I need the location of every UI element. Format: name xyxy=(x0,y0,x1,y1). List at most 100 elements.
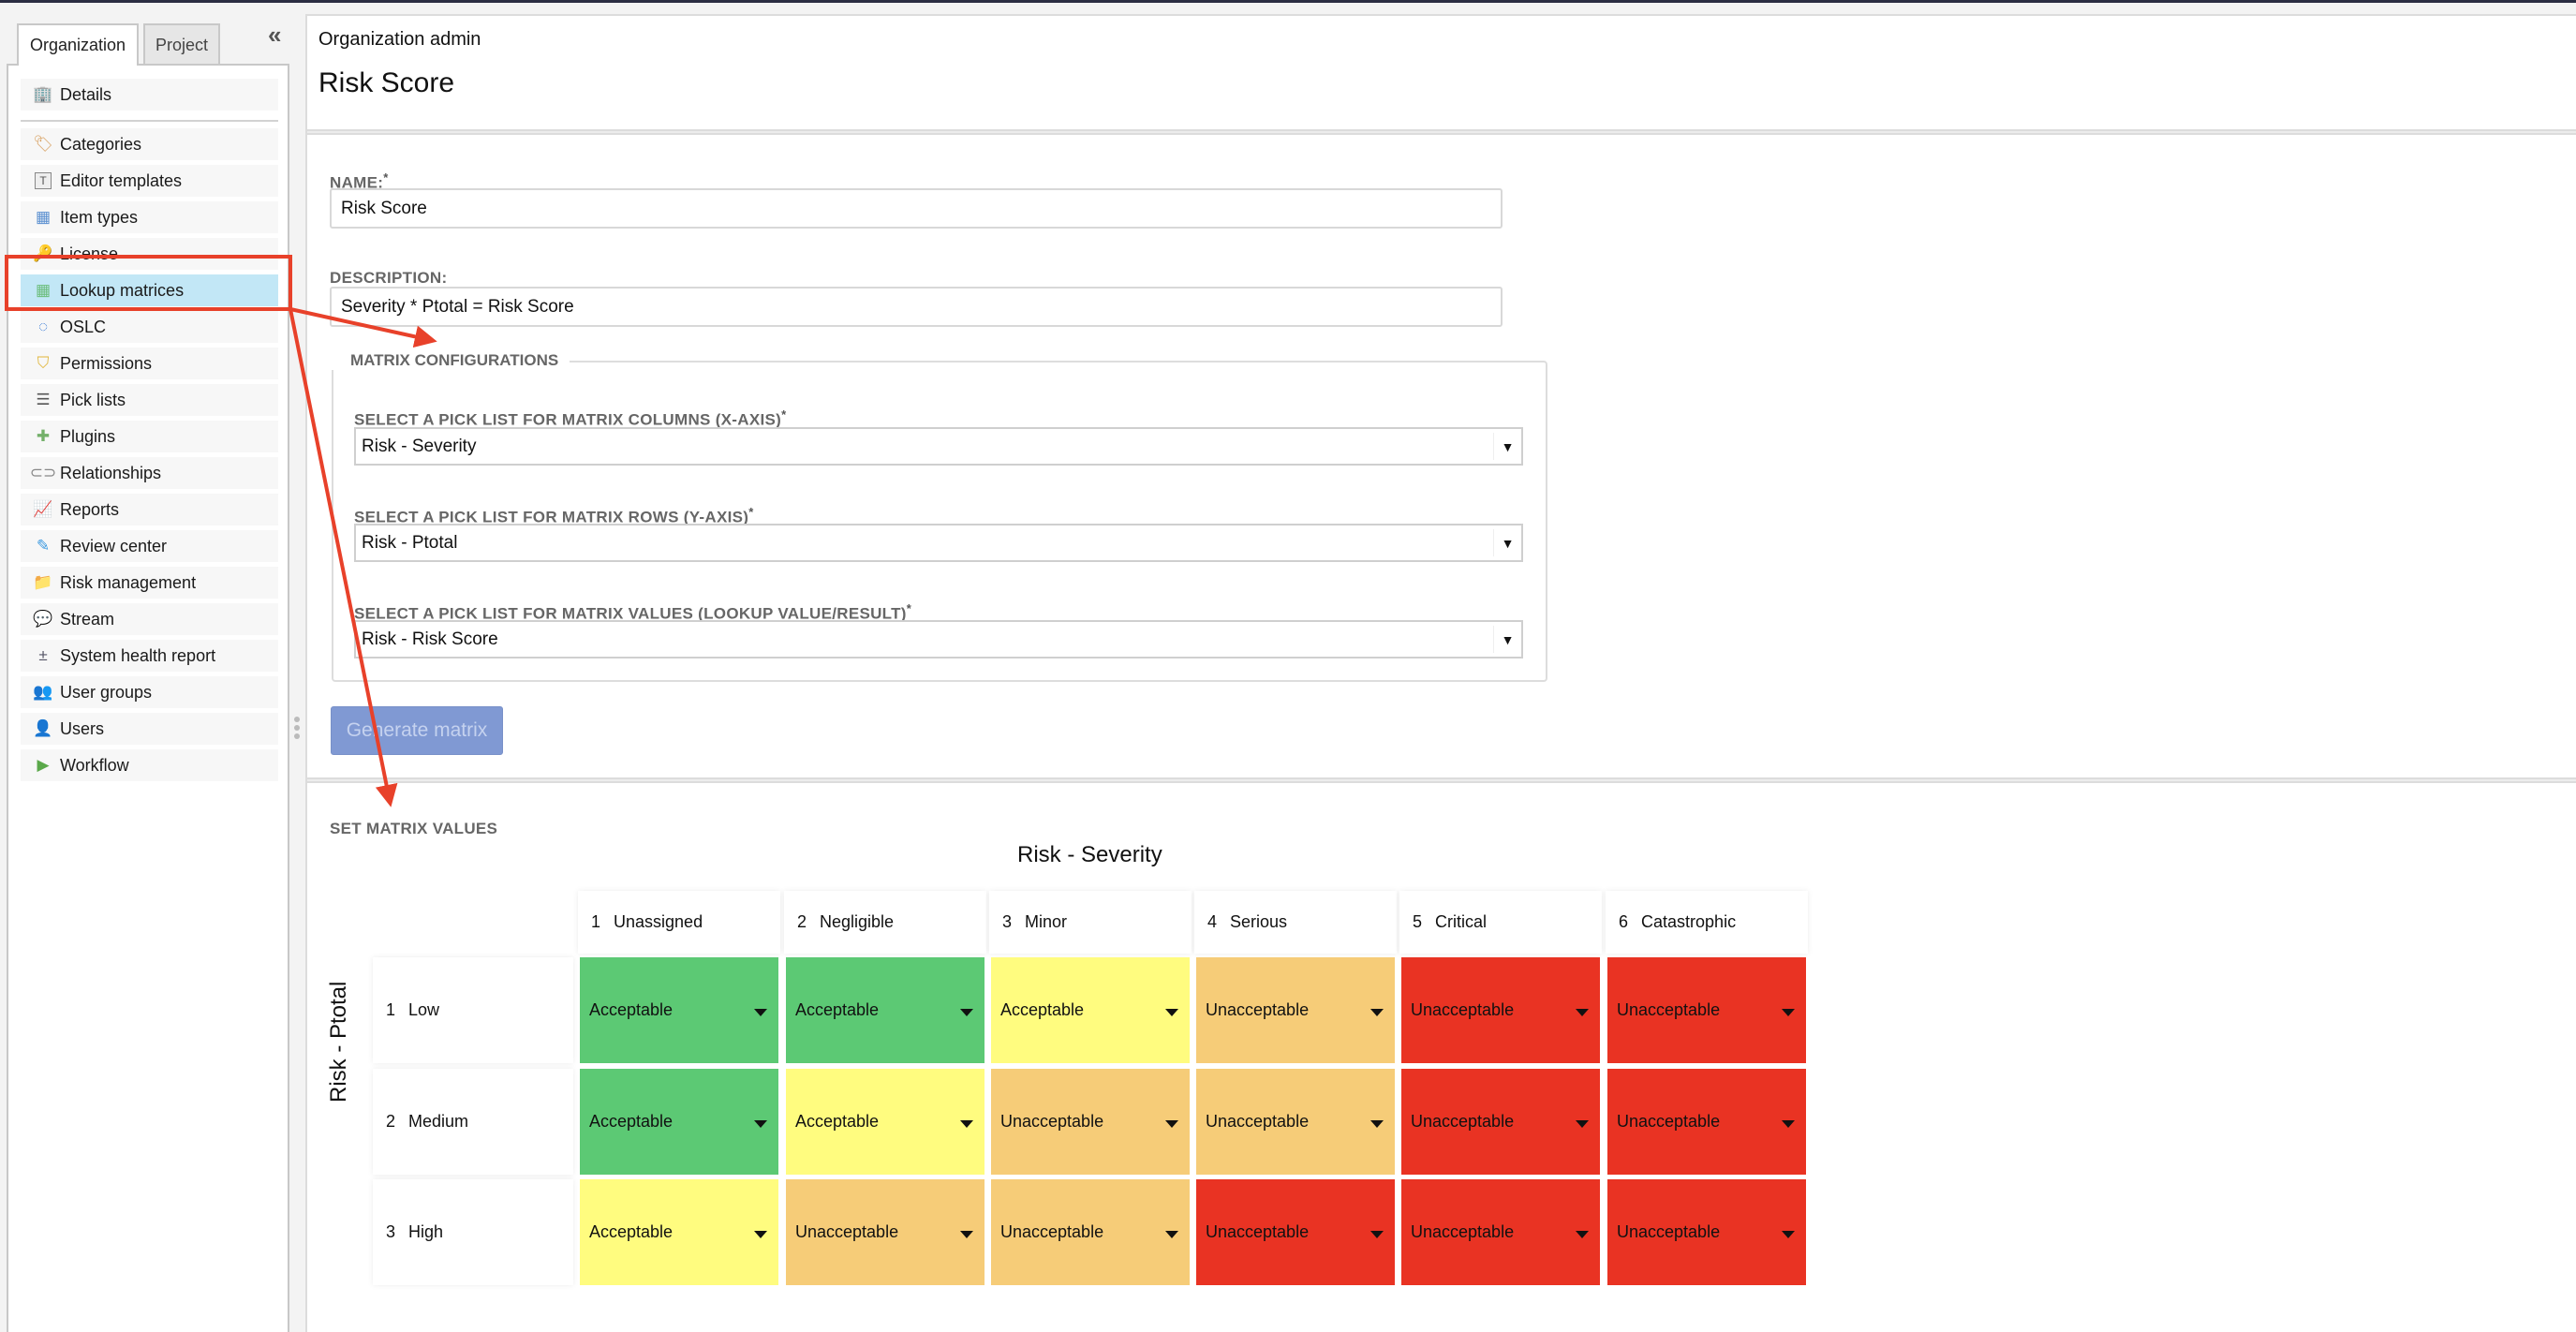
sidebar-item-label: Stream xyxy=(60,609,115,629)
sidebar-item-permissions[interactable]: ⛉ Permissions xyxy=(21,348,278,379)
sidebar-item-users[interactable]: 👤 Users xyxy=(21,713,278,745)
matrix-cell-select[interactable]: Unacceptable xyxy=(1196,1179,1395,1285)
values-picklist-select[interactable]: Risk - Risk Score ▼ xyxy=(354,620,1523,659)
dropdown-caret-icon[interactable] xyxy=(1165,1119,1178,1128)
matrix-cell-select[interactable]: Acceptable xyxy=(580,1179,778,1285)
matrix-cell-select[interactable]: Acceptable xyxy=(991,957,1190,1063)
section-divider xyxy=(307,129,2576,135)
sidebar-item-relationships[interactable]: ⊂⊃ Relationships xyxy=(21,457,278,489)
dropdown-caret-icon[interactable] xyxy=(754,1008,767,1016)
column-number: 4 xyxy=(1207,912,1218,931)
dropdown-caret-icon[interactable] xyxy=(1576,1230,1589,1238)
description-input[interactable]: Severity * Ptotal = Risk Score xyxy=(330,287,1503,327)
sidebar-item-user-groups[interactable]: 👥 User groups xyxy=(21,676,278,708)
sidebar-item-label: Reports xyxy=(60,499,120,519)
matrix-column-header: 6 Catastrophic xyxy=(1606,891,1808,954)
matrix-cell-select[interactable]: Acceptable xyxy=(786,957,985,1063)
dropdown-caret-icon[interactable] xyxy=(1370,1230,1384,1238)
link-icon: ⊂⊃ xyxy=(29,464,57,481)
double-chevron-left-icon[interactable]: « xyxy=(268,21,281,50)
chart-icon: 📈 xyxy=(33,500,53,518)
sidebar-item-details[interactable]: 🏢 Details xyxy=(21,79,278,111)
matrix-row-header: 2 Medium xyxy=(373,1069,573,1175)
matrix-cell-select[interactable]: Unacceptable xyxy=(1196,1069,1395,1175)
dropdown-caret-icon[interactable] xyxy=(1370,1119,1384,1128)
matrix-row-header: 3 High xyxy=(373,1179,573,1285)
building-icon: 🏢 xyxy=(33,85,53,103)
matrix-cell-select[interactable]: Unacceptable xyxy=(1401,957,1600,1063)
dropdown-caret-icon[interactable] xyxy=(960,1119,973,1128)
sidebar-item-lookup-matrices[interactable]: ▦ Lookup matrices xyxy=(21,274,278,306)
dropdown-caret-icon[interactable] xyxy=(1782,1119,1795,1128)
sidebar-item-label: Item types xyxy=(60,207,139,227)
sidebar-item-review-center[interactable]: ✎ Review center xyxy=(21,530,278,562)
sidebar-item-label: Lookup matrices xyxy=(60,280,185,300)
dropdown-caret-icon[interactable] xyxy=(960,1008,973,1016)
sidebar-item-label: System health report xyxy=(60,645,216,665)
tab-project[interactable]: Project xyxy=(143,23,220,65)
sidebar-item-categories[interactable]: 🏷 Categories xyxy=(21,128,278,160)
cell-value: Unacceptable xyxy=(1000,1222,1104,1241)
item-types-icon: ▦ xyxy=(35,208,52,226)
matrix-cell-select[interactable]: Acceptable xyxy=(580,1069,778,1175)
cell-value: Unacceptable xyxy=(1411,1000,1515,1019)
dropdown-caret-icon[interactable]: ▼ xyxy=(1493,626,1521,653)
generate-matrix-button[interactable]: Generate matrix xyxy=(331,706,503,755)
column-number: 3 xyxy=(1002,912,1013,931)
rows-picklist-select[interactable]: Risk - Ptotal ▼ xyxy=(354,524,1523,562)
dropdown-caret-icon[interactable] xyxy=(1165,1008,1178,1016)
dropdown-caret-icon[interactable]: ▼ xyxy=(1493,529,1521,556)
row-number: 1 xyxy=(386,1000,396,1019)
column-number: 2 xyxy=(797,912,807,931)
cell-value: Unacceptable xyxy=(1206,1000,1310,1019)
matrix-cell-select[interactable]: Unacceptable xyxy=(1401,1179,1600,1285)
cell-value: Unacceptable xyxy=(1617,1112,1721,1131)
sidebar-item-editor-templates[interactable]: T Editor templates xyxy=(21,165,278,197)
matrix-cell-select[interactable]: Unacceptable xyxy=(1401,1069,1600,1175)
sidebar-item-risk-management[interactable]: 📁 Risk management xyxy=(21,567,278,599)
matrix-cell-select[interactable]: Unacceptable xyxy=(1196,957,1395,1063)
sidebar-item-pick-lists[interactable]: ☰ Pick lists xyxy=(21,384,278,416)
matrix-cell-select[interactable]: Acceptable xyxy=(786,1069,985,1175)
sidebar-item-workflow[interactable]: ▶ Workflow xyxy=(21,749,278,781)
column-label: Catastrophic xyxy=(1641,912,1737,931)
dropdown-caret-icon[interactable] xyxy=(1782,1008,1795,1016)
matrix-cell-select[interactable]: Unacceptable xyxy=(1607,1069,1806,1175)
sidebar-item-label: Plugins xyxy=(60,426,116,446)
matrix-cell-select[interactable]: Unacceptable xyxy=(991,1179,1190,1285)
matrix-configurations-legend: MATRIX CONFIGURATIONS xyxy=(332,351,570,370)
matrix-cell-select[interactable]: Unacceptable xyxy=(786,1179,985,1285)
cell-value: Unacceptable xyxy=(1617,1000,1721,1019)
cell-value: Unacceptable xyxy=(1000,1112,1104,1131)
sidebar-item-license[interactable]: 🔑 License xyxy=(21,238,278,270)
dropdown-caret-icon[interactable] xyxy=(1576,1008,1589,1016)
matrix-cell-select[interactable]: Unacceptable xyxy=(1607,1179,1806,1285)
matrix-cell-select[interactable]: Unacceptable xyxy=(1607,957,1806,1063)
sidebar-item-item-types[interactable]: ▦ Item types xyxy=(21,201,278,233)
dropdown-caret-icon[interactable] xyxy=(960,1230,973,1238)
dropdown-caret-icon[interactable]: ▼ xyxy=(1493,433,1521,460)
tab-organization[interactable]: Organization xyxy=(17,23,139,66)
sidebar-item-reports[interactable]: 📈 Reports xyxy=(21,494,278,525)
row-label: Low xyxy=(408,1000,440,1019)
sidebar-item-label: License xyxy=(60,244,119,263)
dropdown-caret-icon[interactable] xyxy=(1165,1230,1178,1238)
sidebar-item-stream[interactable]: 💬 Stream xyxy=(21,603,278,635)
panel-splitter-handle[interactable] xyxy=(293,717,301,739)
name-input[interactable]: Risk Score xyxy=(330,188,1503,229)
dropdown-caret-icon[interactable] xyxy=(1576,1119,1589,1128)
sidebar-item-plugins[interactable]: ✚ Plugins xyxy=(21,421,278,452)
matrix-cell-select[interactable]: Acceptable xyxy=(580,957,778,1063)
sidebar-item-oslc[interactable]: ◌ OSLC xyxy=(21,311,278,343)
cell-value: Unacceptable xyxy=(1411,1112,1515,1131)
dropdown-caret-icon[interactable] xyxy=(754,1230,767,1238)
columns-picklist-select[interactable]: Risk - Severity ▼ xyxy=(354,427,1523,466)
row-label: Medium xyxy=(408,1112,469,1131)
dropdown-caret-icon[interactable] xyxy=(1370,1008,1384,1016)
breadcrumb: Organization admin xyxy=(318,29,481,50)
dropdown-caret-icon[interactable] xyxy=(754,1119,767,1128)
dropdown-caret-icon[interactable] xyxy=(1782,1230,1795,1238)
sidebar-item-system-health-report[interactable]: ± System health report xyxy=(21,640,278,672)
review-icon: ✎ xyxy=(36,537,51,555)
matrix-cell-select[interactable]: Unacceptable xyxy=(991,1069,1190,1175)
